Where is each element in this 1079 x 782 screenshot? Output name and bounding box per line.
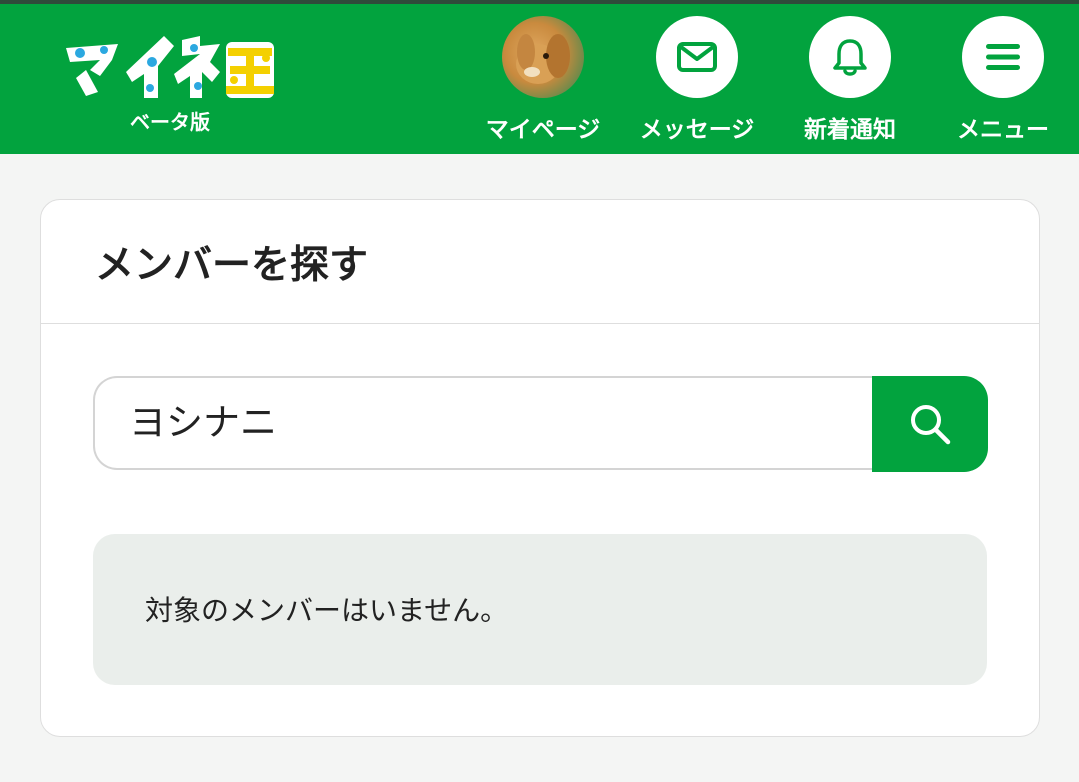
page-title: メンバーを探す	[95, 243, 369, 288]
avatar	[502, 16, 584, 98]
site-header: ベータ版 マイページ メッセージ 新着通知 メニュー	[0, 4, 1079, 154]
no-results-notice: 対象のメンバーはいません。	[93, 534, 987, 685]
nav-messages-label: メッセージ	[639, 117, 755, 143]
search-input[interactable]: ヨシナニ	[93, 376, 872, 470]
nav-notifications-label: 新着通知	[804, 117, 896, 143]
nav-mypage[interactable]: マイページ	[478, 14, 608, 146]
logo-mark	[66, 36, 274, 98]
bell-icon	[809, 16, 891, 98]
logo-subtitle: ベータ版	[130, 110, 210, 134]
search-icon	[911, 405, 951, 445]
card-divider	[41, 323, 1039, 324]
no-results-text: 対象のメンバーはいません。	[145, 594, 509, 627]
nav-menu-label: メニュー	[957, 117, 1049, 143]
nav-menu[interactable]: メニュー	[938, 14, 1068, 146]
search-button[interactable]	[872, 376, 988, 472]
member-search-card: メンバーを探す ヨシナニ 対象のメンバーはいません。	[40, 199, 1040, 737]
nav-notifications[interactable]: 新着通知	[785, 14, 915, 146]
logo[interactable]: ベータ版	[60, 26, 280, 136]
nav-mypage-label: マイページ	[485, 117, 601, 143]
envelope-icon	[656, 16, 738, 98]
hamburger-menu-icon	[962, 16, 1044, 98]
nav-messages[interactable]: メッセージ	[632, 14, 762, 146]
